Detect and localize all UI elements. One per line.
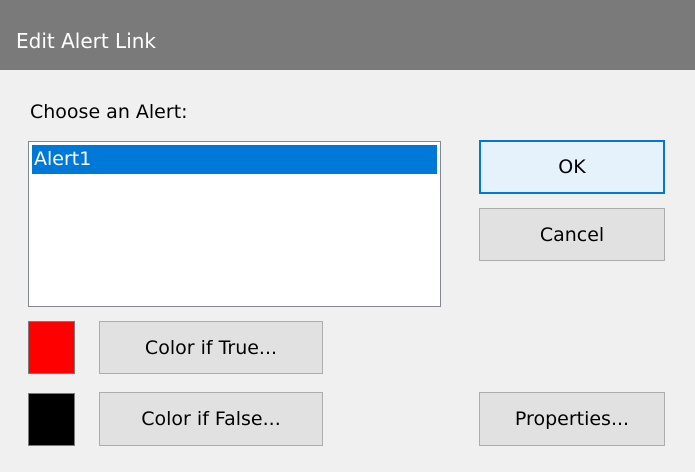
color-if-false-button[interactable]: Color if False... [99,392,323,446]
list-item-alert1[interactable]: Alert1 [32,145,437,174]
edit-alert-link-dialog: Edit Alert Link Choose an Alert: Alert1 … [0,0,695,472]
color-if-true-button[interactable]: Color if True... [99,321,323,374]
properties-button[interactable]: Properties... [479,392,665,446]
false-color-swatch [28,393,75,446]
cancel-button[interactable]: Cancel [479,208,665,261]
true-color-swatch [28,321,75,374]
alert-listbox[interactable]: Alert1 [28,141,441,307]
title-bar[interactable]: Edit Alert Link [0,0,695,70]
choose-alert-label: Choose an Alert: [30,101,188,123]
ok-button[interactable]: OK [479,140,665,194]
window-title: Edit Alert Link [16,29,157,53]
